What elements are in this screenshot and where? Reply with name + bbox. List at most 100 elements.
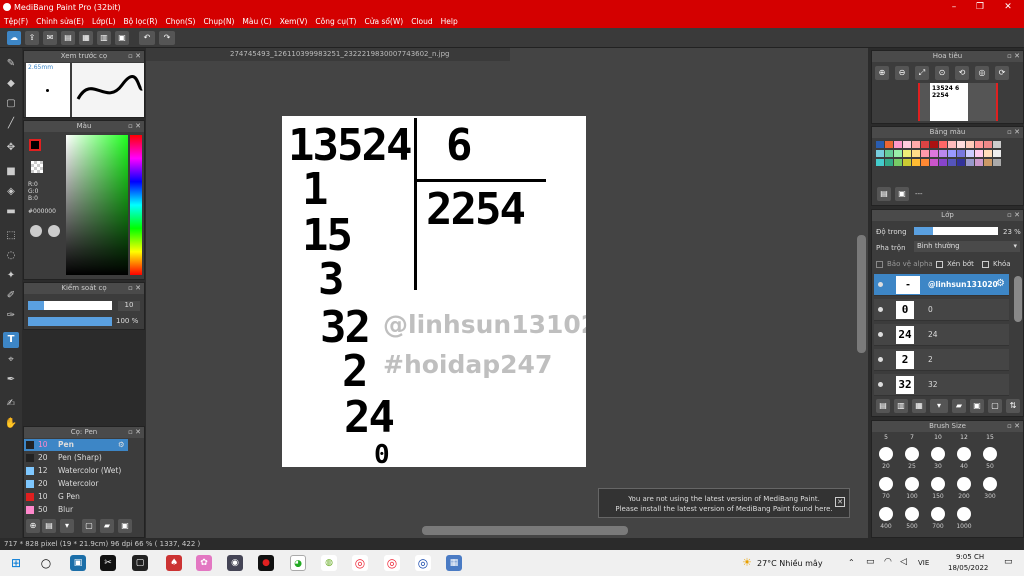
brush-item-pen-sharp[interactable]: 20 Pen (Sharp) <box>24 452 128 464</box>
close-icon[interactable]: ▫ ✕ <box>128 121 141 132</box>
palette-color-swatch[interactable] <box>993 159 1001 166</box>
palette-color-swatch[interactable] <box>993 141 1001 148</box>
eyedropper-icon[interactable]: ✒ <box>3 372 19 388</box>
menu-layer[interactable]: Lớp(L) <box>92 17 116 26</box>
protect-alpha-checkbox[interactable] <box>876 261 883 268</box>
menu-filter[interactable]: Bộ lọc(R) <box>124 17 158 26</box>
close-icon[interactable]: ▫ ✕ <box>128 283 141 294</box>
brush-copy-icon[interactable]: ▢ <box>82 519 96 533</box>
rotate-right-icon[interactable]: ⟳ <box>995 66 1009 80</box>
app-icon[interactable]: ◎ <box>415 555 431 571</box>
clock-time[interactable]: 9:05 CH <box>956 553 984 561</box>
notification-icon[interactable]: ▭ <box>1004 557 1013 567</box>
brush-menu-icon[interactable]: ▾ <box>60 519 74 533</box>
chevron-up-icon[interactable]: ⌃ <box>848 558 855 567</box>
cloud-icon[interactable]: ☁ <box>7 31 21 45</box>
brush-tool-icon[interactable]: ✎ <box>3 56 19 72</box>
lock-checkbox[interactable] <box>982 261 989 268</box>
layer-menu-icon[interactable]: ▾ <box>930 399 948 413</box>
menu-snap[interactable]: Chụp(N) <box>203 17 234 26</box>
palette-color-swatch[interactable] <box>930 150 938 157</box>
palette-color-swatch[interactable] <box>894 141 902 148</box>
folder-icon[interactable]: ▰ <box>100 519 114 533</box>
add-8bit-layer-icon[interactable]: ▦ <box>912 399 926 413</box>
app-icon[interactable]: ▢ <box>132 555 148 571</box>
brush-item-g-pen[interactable]: 10 G Pen <box>24 491 128 503</box>
brush-item-pen[interactable]: 10 Pen ⚙ <box>24 439 128 451</box>
rotate-left-icon[interactable]: ⟲ <box>955 66 969 80</box>
delete-palette-color-icon[interactable]: ▣ <box>895 187 909 201</box>
close-icon[interactable]: ▫ ✕ <box>1007 210 1020 221</box>
language-indicator[interactable]: VIE <box>918 559 929 567</box>
lasso-tool-icon[interactable]: ◌ <box>3 248 19 264</box>
hue-slider[interactable] <box>130 135 142 275</box>
close-icon[interactable]: ▫ ✕ <box>128 427 141 438</box>
palette-color-swatch[interactable] <box>921 141 929 148</box>
minimize-button[interactable]: – <box>940 0 968 14</box>
transparent-swatch[interactable] <box>31 161 43 173</box>
brush-size-preset[interactable]: 40 <box>951 443 977 475</box>
palette-color-swatch[interactable] <box>939 159 947 166</box>
saturation-value-field[interactable] <box>66 135 128 275</box>
maximize-button[interactable]: ❐ <box>966 0 994 14</box>
layer-scrollbar[interactable] <box>1014 276 1022 322</box>
close-icon[interactable]: ▫ ✕ <box>1007 421 1020 432</box>
palette-color-swatch[interactable] <box>993 150 1001 157</box>
brush-size-preset[interactable]: 100 <box>899 473 925 505</box>
camera-icon[interactable]: ◉ <box>227 555 243 571</box>
palette-color-swatch[interactable] <box>903 141 911 148</box>
close-icon[interactable]: ▫ ✕ <box>128 51 141 62</box>
brush-item-watercolor[interactable]: 20 Watercolor <box>24 478 128 490</box>
palette-color-swatch[interactable] <box>885 159 893 166</box>
add-palette-color-icon[interactable]: ▤ <box>877 187 891 201</box>
update-notification[interactable]: You are not using the latest version of … <box>598 488 850 518</box>
brush-size-preset[interactable]: 150 <box>925 473 951 505</box>
wifi-icon[interactable]: ◠ <box>884 557 892 567</box>
fit-icon[interactable]: ⤢ <box>915 66 929 80</box>
layer-item[interactable]: 24 24 <box>874 324 1009 346</box>
layer-item[interactable]: 00 <box>874 299 1009 321</box>
layer-item[interactable]: 32 32 <box>874 374 1009 396</box>
record-icon[interactable]: ● <box>258 555 274 571</box>
hand-tool-icon[interactable]: ✋ <box>3 416 19 432</box>
app-icon[interactable]: ◍ <box>321 555 337 571</box>
blend-mode-select[interactable]: Bình thường ▾ <box>914 241 1020 252</box>
menu-view[interactable]: Xem(V) <box>280 17 308 26</box>
undo-icon[interactable]: ↶ <box>139 31 155 45</box>
visibility-icon[interactable] <box>878 332 883 337</box>
select-pen-icon[interactable]: ✐ <box>3 288 19 304</box>
add-halftone-layer-icon[interactable]: ▥ <box>894 399 908 413</box>
rotate-reset-icon[interactable]: ◎ <box>975 66 989 80</box>
merge-layer-icon[interactable]: ▣ <box>970 399 984 413</box>
palette-color-swatch[interactable] <box>957 141 965 148</box>
palette-color-swatch[interactable] <box>966 141 974 148</box>
brush-size-slider[interactable] <box>28 301 112 310</box>
palette-color-swatch[interactable] <box>984 141 992 148</box>
palette-color-swatch[interactable] <box>948 141 956 148</box>
windows-start-icon[interactable]: ⊞ <box>8 555 24 571</box>
search-icon[interactable]: ○ <box>38 555 54 571</box>
volume-icon[interactable]: ◁ <box>900 557 907 567</box>
zoom-in-icon[interactable]: ⊕ <box>875 66 889 80</box>
text-tool-icon[interactable]: T <box>3 332 19 348</box>
delete-brush-icon[interactable]: ▣ <box>118 519 132 533</box>
palette-color-swatch[interactable] <box>876 159 884 166</box>
rectangle-tool-icon[interactable]: ▢ <box>3 96 19 112</box>
brush-size-preset[interactable]: 300 <box>977 473 1003 505</box>
delete-layer-icon[interactable]: ▢ <box>988 399 1002 413</box>
chrome-icon[interactable]: ◎ <box>384 555 400 571</box>
brush-size-preset[interactable]: 30 <box>925 443 951 475</box>
select-eraser-icon[interactable]: ✑ <box>3 308 19 324</box>
brush-size-preset[interactable]: 50 <box>977 443 1003 475</box>
medibang-icon[interactable]: ◕ <box>290 555 306 571</box>
palette-color-swatch[interactable] <box>930 141 938 148</box>
palette-color-swatch[interactable] <box>921 150 929 157</box>
layer-item[interactable]: 22 <box>874 349 1009 371</box>
brush-size-preset[interactable]: 500 <box>899 503 925 535</box>
menu-help[interactable]: Help <box>441 17 458 26</box>
layer-opacity-slider[interactable] <box>914 227 998 235</box>
palette-color-swatch[interactable] <box>912 141 920 148</box>
brush-size-preset[interactable]: 25 <box>899 443 925 475</box>
palette-color-swatch[interactable] <box>957 150 965 157</box>
palette-color-swatch[interactable] <box>912 150 920 157</box>
